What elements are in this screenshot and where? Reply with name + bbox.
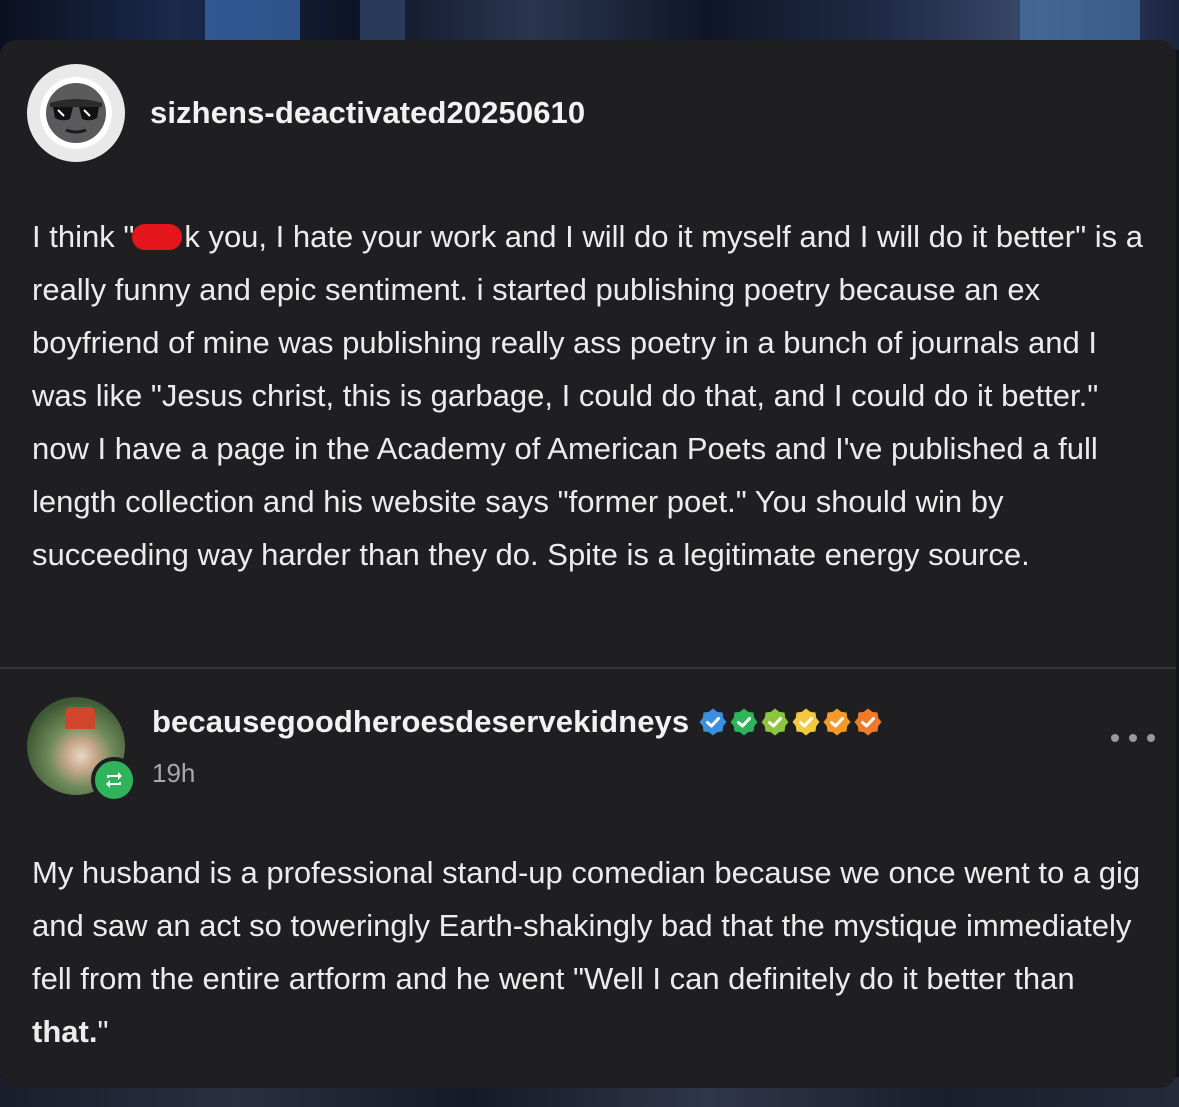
avatar-hat xyxy=(65,707,95,729)
verified-badge-icon xyxy=(761,708,789,736)
verified-badge-icon xyxy=(730,708,758,736)
post2-username[interactable]: becausegoodheroesdeservekidneys xyxy=(152,704,689,740)
post2-text-main: My husband is a professional stand-up co… xyxy=(32,855,1141,996)
post1-username[interactable]: sizhens-deactivated20250610 xyxy=(150,95,585,131)
post1-text-rest: k you, I hate your work and I will do it… xyxy=(32,219,1143,572)
background-light xyxy=(205,0,300,40)
more-dot xyxy=(1147,734,1155,742)
verification-badges xyxy=(699,708,885,736)
avatar[interactable] xyxy=(27,64,125,162)
more-dot xyxy=(1129,734,1137,742)
post1-body: I think " k you, I hate your work and I w… xyxy=(32,210,1157,581)
post2-body: My husband is a professional stand-up co… xyxy=(32,846,1157,1058)
background-light xyxy=(360,0,405,40)
verified-badge-icon xyxy=(823,708,851,736)
post1-text-start: I think " xyxy=(32,219,135,254)
post2-text-bold: that. xyxy=(32,1014,98,1049)
post-card: sizhens-deactivated20250610 I think " k y… xyxy=(0,40,1176,1088)
sunglasses-avatar-icon xyxy=(40,77,112,149)
verified-badge-icon xyxy=(792,708,820,736)
redaction-mark xyxy=(132,224,183,250)
more-dot xyxy=(1111,734,1119,742)
background-light xyxy=(1020,0,1140,40)
reblog-icon xyxy=(91,757,137,803)
verified-badge-icon xyxy=(699,708,727,736)
post2-name-row: becausegoodheroesdeservekidneys xyxy=(152,704,885,740)
post2-timestamp[interactable]: 19h xyxy=(152,758,195,789)
post1-header: sizhens-deactivated20250610 xyxy=(27,64,585,162)
post-divider xyxy=(0,667,1176,669)
post2-header: becausegoodheroesdeservekidneys 19h xyxy=(27,696,1157,806)
post2-text-end: " xyxy=(97,1014,109,1049)
verified-badge-icon xyxy=(854,708,882,736)
more-options-icon[interactable] xyxy=(1111,728,1155,748)
